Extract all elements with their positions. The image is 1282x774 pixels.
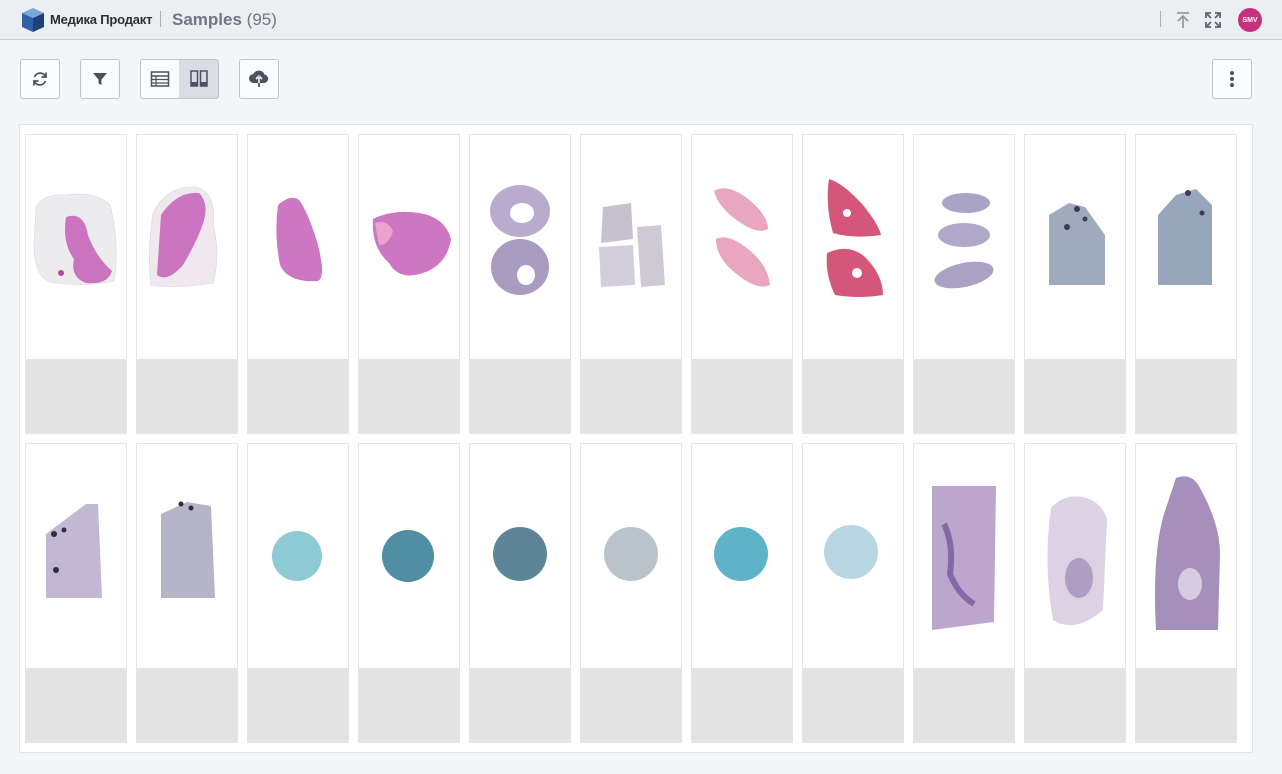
more-vertical-icon (1230, 71, 1234, 87)
slide-thumbnail (149, 186, 218, 287)
brand-name[interactable]: Медика Продакт (50, 12, 152, 27)
slide-thumbnail (1049, 203, 1105, 285)
sample-card[interactable] (913, 134, 1015, 434)
slide-thumbnail (714, 188, 770, 287)
table-view-icon (150, 71, 170, 87)
slide-thumbnail (372, 211, 451, 276)
slide-label (26, 359, 126, 433)
slide-thumbnail (1047, 496, 1107, 626)
slide-label (26, 668, 126, 742)
slide-thumbnail (826, 179, 883, 297)
upload-button[interactable] (239, 59, 279, 99)
header-divider-right (1160, 11, 1161, 27)
slide-thumbnail (599, 203, 665, 287)
slide-thumbnail (161, 501, 215, 598)
slide-label (1025, 668, 1125, 742)
slide-label (1136, 668, 1236, 742)
sample-card[interactable] (358, 443, 460, 743)
scroll-top-icon[interactable] (1173, 10, 1193, 30)
slide-label (803, 668, 903, 742)
upload-icon (249, 70, 269, 87)
slide-thumbnail (490, 185, 550, 295)
slide-label (359, 668, 459, 742)
refresh-icon (33, 72, 47, 86)
slide-thumbnail (33, 193, 117, 285)
slide-label (692, 668, 792, 742)
slide-label (137, 668, 237, 742)
sample-card[interactable] (1135, 443, 1237, 743)
sample-card[interactable] (802, 134, 904, 434)
sample-card[interactable] (1024, 443, 1126, 743)
sample-card[interactable] (691, 443, 793, 743)
slide-thumbnail (824, 525, 878, 579)
slide-thumbnail (714, 527, 768, 581)
slide-label (914, 668, 1014, 742)
slide-label (137, 359, 237, 433)
samples-gallery (19, 124, 1253, 753)
top-bar: Медика Продакт Samples (95) SMV (0, 0, 1282, 40)
page-title: Samples (95) (172, 10, 277, 30)
slide-label (470, 359, 570, 433)
sample-card[interactable] (25, 134, 127, 434)
refresh-button[interactable] (20, 59, 60, 99)
fullscreen-icon[interactable] (1203, 10, 1223, 30)
sample-card[interactable] (358, 134, 460, 434)
slide-thumbnail (382, 530, 434, 582)
sample-count: (95) (246, 10, 277, 29)
gallery-view-button[interactable] (179, 59, 219, 99)
slide-label (470, 668, 570, 742)
slide-thumbnail (493, 527, 547, 581)
slide-label (914, 359, 1014, 433)
slide-thumbnail (934, 193, 994, 289)
slide-thumbnail (932, 486, 996, 630)
gallery-view-icon (189, 70, 208, 87)
sample-card[interactable] (469, 134, 571, 434)
more-options-button[interactable] (1212, 59, 1252, 99)
logo-cube-icon (22, 8, 44, 32)
sample-card[interactable] (1135, 134, 1237, 434)
user-avatar[interactable]: SMV (1238, 8, 1262, 32)
sample-card[interactable] (247, 134, 349, 434)
slide-label (359, 359, 459, 433)
sample-card[interactable] (913, 443, 1015, 743)
sample-card[interactable] (136, 134, 238, 434)
sample-card[interactable] (802, 443, 904, 743)
sample-card[interactable] (25, 443, 127, 743)
filter-button[interactable] (80, 59, 120, 99)
filter-icon (93, 73, 107, 85)
sample-card[interactable] (580, 134, 682, 434)
header-divider (160, 11, 161, 27)
slide-label (248, 359, 348, 433)
slide-thumbnail (1158, 189, 1212, 285)
slide-label (248, 668, 348, 742)
slide-label (1025, 359, 1125, 433)
table-view-button[interactable] (140, 59, 180, 99)
slide-label (692, 359, 792, 433)
slide-thumbnail (604, 527, 658, 581)
sample-card[interactable] (469, 443, 571, 743)
slide-label (1136, 359, 1236, 433)
sample-card[interactable] (136, 443, 238, 743)
sample-card[interactable] (1024, 134, 1126, 434)
sample-card[interactable] (691, 134, 793, 434)
page-title-text: Samples (172, 10, 242, 29)
slide-label (581, 668, 681, 742)
slide-thumbnail (46, 504, 102, 598)
sample-card[interactable] (247, 443, 349, 743)
slide-thumbnail (272, 531, 322, 581)
slide-thumbnail (276, 197, 322, 282)
slide-label (581, 359, 681, 433)
sample-card[interactable] (580, 443, 682, 743)
slide-label (803, 359, 903, 433)
slide-thumbnail (1155, 476, 1220, 630)
